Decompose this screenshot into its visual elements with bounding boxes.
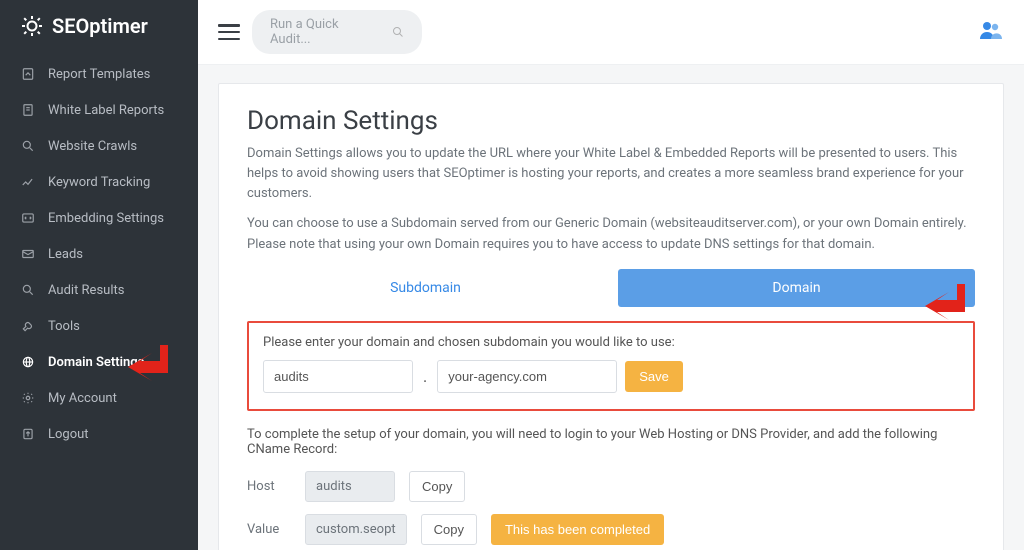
nav-item-embedding-settings[interactable]: Embedding Settings bbox=[0, 200, 198, 236]
copy-host-button[interactable]: Copy bbox=[409, 471, 465, 502]
search-icon bbox=[392, 26, 404, 38]
host-label: Host bbox=[247, 479, 291, 494]
template-icon bbox=[20, 66, 36, 82]
nav-item-label: Tools bbox=[48, 319, 80, 334]
content: Domain Settings Domain Settings allows y… bbox=[198, 65, 1024, 550]
mail-icon bbox=[20, 246, 36, 262]
tabs: Subdomain Domain bbox=[247, 269, 975, 307]
host-value: audits bbox=[305, 471, 395, 502]
menu-toggle[interactable] bbox=[218, 24, 240, 40]
nav-item-label: My Account bbox=[48, 391, 117, 406]
nav-item-keyword-tracking[interactable]: Keyword Tracking bbox=[0, 164, 198, 200]
page-desc-2: You can choose to use a Subdomain served… bbox=[247, 214, 975, 254]
brand-logo: SEOptimer bbox=[0, 0, 198, 56]
search-icon bbox=[20, 282, 36, 298]
nav-item-label: Keyword Tracking bbox=[48, 175, 150, 190]
cname-value-row: Value custom.seopt Copy This has been co… bbox=[247, 514, 975, 545]
separator-dot: . bbox=[421, 367, 429, 386]
nav-list: Report Templates White Label Reports Websi… bbox=[0, 56, 198, 452]
completed-button[interactable]: This has been completed bbox=[491, 514, 664, 545]
users-icon[interactable] bbox=[978, 20, 1004, 44]
sidebar: SEOptimer Report Templates White Label Re… bbox=[0, 0, 198, 550]
tab-subdomain[interactable]: Subdomain bbox=[247, 269, 604, 307]
nav-item-label: Audit Results bbox=[48, 283, 124, 298]
nav-item-report-templates[interactable]: Report Templates bbox=[0, 56, 198, 92]
logout-icon bbox=[20, 426, 36, 442]
code-icon bbox=[20, 210, 36, 226]
nav-item-domain-settings[interactable]: Domain Settings bbox=[0, 344, 198, 380]
page-desc-1: Domain Settings allows you to update the… bbox=[247, 144, 975, 204]
domain-form: Please enter your domain and chosen subd… bbox=[247, 321, 975, 411]
value-label: Value bbox=[247, 522, 291, 537]
nav-item-label: Leads bbox=[48, 247, 83, 262]
annotation-arrow-domain bbox=[925, 284, 965, 320]
search-icon bbox=[20, 138, 36, 154]
nav-item-logout[interactable]: Logout bbox=[0, 416, 198, 452]
cname-instructions: To complete the setup of your domain, yo… bbox=[247, 427, 975, 457]
form-prompt: Please enter your domain and chosen subd… bbox=[263, 335, 959, 350]
annotation-arrow-sidebar bbox=[128, 345, 168, 381]
topbar: Run a Quick Audit... bbox=[198, 0, 1024, 65]
report-icon bbox=[20, 102, 36, 118]
brand-name: SEOptimer bbox=[52, 14, 148, 38]
gear-icon bbox=[20, 390, 36, 406]
page-title: Domain Settings bbox=[247, 106, 975, 136]
panel: Domain Settings Domain Settings allows y… bbox=[218, 83, 1004, 550]
nav-item-label: Website Crawls bbox=[48, 139, 137, 154]
domain-input[interactable] bbox=[437, 360, 617, 393]
nav-item-label: Report Templates bbox=[48, 67, 150, 82]
search-placeholder: Run a Quick Audit... bbox=[270, 17, 382, 47]
nav-item-white-label-reports[interactable]: White Label Reports bbox=[0, 92, 198, 128]
nav-item-label: White Label Reports bbox=[48, 103, 164, 118]
copy-value-button[interactable]: Copy bbox=[421, 514, 477, 545]
nav-item-my-account[interactable]: My Account bbox=[0, 380, 198, 416]
nav-item-leads[interactable]: Leads bbox=[0, 236, 198, 272]
tab-domain[interactable]: Domain bbox=[618, 269, 975, 307]
nav-item-label: Embedding Settings bbox=[48, 211, 164, 226]
globe-icon bbox=[20, 354, 36, 370]
save-button[interactable]: Save bbox=[625, 361, 683, 392]
chart-icon bbox=[20, 174, 36, 190]
nav-item-website-crawls[interactable]: Website Crawls bbox=[0, 128, 198, 164]
subdomain-input[interactable] bbox=[263, 360, 413, 393]
gear-icon bbox=[20, 14, 44, 38]
wrench-icon bbox=[20, 318, 36, 334]
search-input[interactable]: Run a Quick Audit... bbox=[252, 10, 422, 54]
main: Run a Quick Audit... Domain Settings Dom… bbox=[198, 0, 1024, 550]
nav-item-label: Logout bbox=[48, 427, 89, 442]
cname-host-row: Host audits Copy bbox=[247, 471, 975, 502]
nav-item-tools[interactable]: Tools bbox=[0, 308, 198, 344]
value-value: custom.seopt bbox=[305, 514, 407, 545]
nav-item-audit-results[interactable]: Audit Results bbox=[0, 272, 198, 308]
